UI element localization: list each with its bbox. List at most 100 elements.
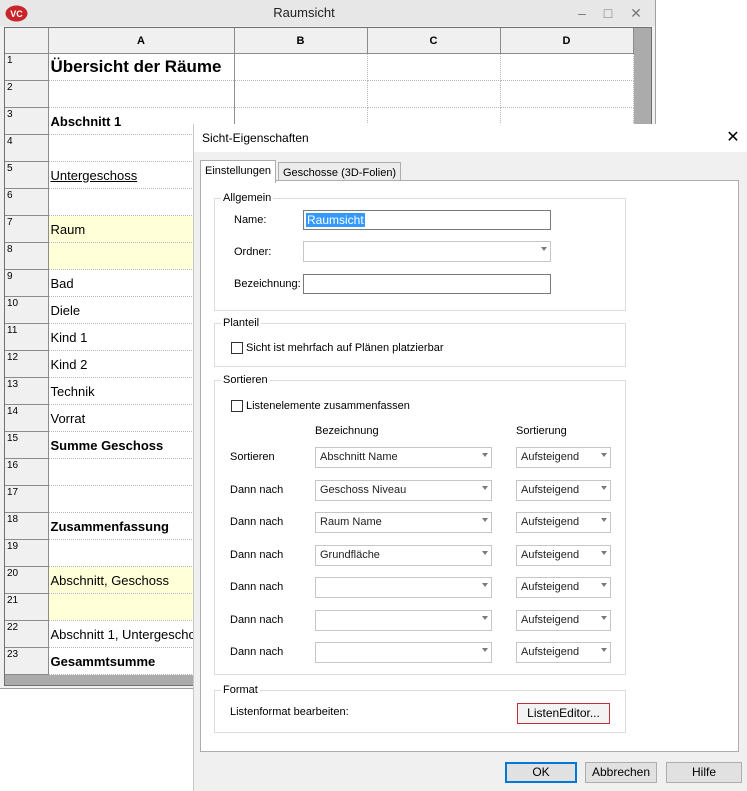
listeneditor-button[interactable]: ListenEditor...	[517, 703, 610, 724]
cell-d[interactable]	[500, 53, 634, 81]
row-header[interactable]: 12	[5, 350, 49, 378]
sort-field-value: Raum Name	[320, 516, 382, 528]
row-header[interactable]: 1	[5, 53, 49, 81]
dialog-close-icon[interactable]: ✕	[722, 127, 744, 149]
tab-einstellungen[interactable]: Einstellungen	[200, 160, 277, 183]
sort-field-value: Abschnitt Name	[320, 451, 398, 463]
mehrfach-platzierbar-label: Sicht ist mehrfach auf Plänen platzierba…	[246, 342, 444, 354]
row-header[interactable]: 8	[5, 242, 49, 270]
bezeichnung-input[interactable]	[303, 274, 551, 294]
chevron-down-icon	[482, 615, 488, 620]
chevron-down-icon	[601, 485, 607, 490]
sort-field-dropdown[interactable]	[315, 609, 492, 631]
group-planteil-legend: Planteil	[221, 317, 262, 329]
chevron-down-icon	[482, 648, 488, 652]
window-titlebar[interactable]: VC Raumsicht – □ ✕	[0, 0, 655, 26]
row-header[interactable]: 11	[5, 323, 49, 351]
sort-order-dropdown[interactable]: Aufsteigend	[516, 642, 611, 663]
row-header[interactable]: 18	[5, 512, 49, 540]
mehrfach-platzierbar-checkbox[interactable]	[231, 342, 243, 354]
sort-order-dropdown[interactable]: Aufsteigend	[516, 479, 611, 501]
name-input[interactable]: Raumsicht	[303, 210, 551, 230]
row-header[interactable]: 10	[5, 296, 49, 324]
dialog-titlebar[interactable]: Sicht-Eigenschaften ✕	[194, 124, 747, 152]
row-header[interactable]: 2	[5, 80, 49, 108]
sort-order-dropdown[interactable]: Aufsteigend	[516, 447, 611, 468]
row-header[interactable]: 19	[5, 539, 49, 567]
row-header[interactable]: 7	[5, 215, 49, 243]
sort-field-value: Grundfläche	[320, 548, 380, 561]
zusammenfassen-label: Listenelemente zusammenfassen	[246, 400, 410, 412]
sort-field-dropdown[interactable]: Abschnitt Name	[315, 447, 492, 468]
sort-field-dropdown[interactable]: Geschoss Niveau	[315, 479, 492, 501]
table-row: 1 Übersicht der Räume	[5, 53, 634, 81]
sort-row-label: Dann nach	[230, 548, 284, 561]
sort-row-label: Dann nach	[230, 646, 284, 658]
column-header-d[interactable]: D	[500, 28, 634, 54]
sort-order-dropdown[interactable]: Aufsteigend	[516, 577, 611, 598]
sort-order-value: Aufsteigend	[521, 548, 580, 561]
chevron-down-icon	[482, 485, 488, 490]
sort-row-label: Dann nach	[230, 516, 284, 528]
row-header[interactable]: 5	[5, 161, 49, 189]
column-header-c[interactable]: C	[367, 28, 501, 54]
row-header[interactable]: 21	[5, 593, 49, 621]
cell-a[interactable]: Übersicht der Räume	[48, 53, 235, 81]
row-header[interactable]: 22	[5, 620, 49, 648]
sort-row-label: Sortieren	[230, 451, 275, 463]
row-header[interactable]: 23	[5, 647, 49, 675]
name-input-value: Raumsicht	[306, 213, 365, 227]
listenformat-label: Listenformat bearbeiten:	[230, 706, 349, 718]
sort-order-dropdown[interactable]: Aufsteigend	[516, 544, 611, 566]
cell-b[interactable]	[234, 80, 368, 108]
chevron-down-icon	[601, 615, 607, 620]
maximize-icon[interactable]: □	[598, 3, 618, 23]
chevron-down-icon	[482, 550, 488, 555]
sort-field-dropdown[interactable]	[315, 642, 492, 663]
cell-a[interactable]	[48, 80, 235, 108]
row-header[interactable]: 9	[5, 269, 49, 297]
chevron-down-icon	[601, 550, 607, 555]
row-header[interactable]: 4	[5, 134, 49, 162]
table-row: 2	[5, 80, 634, 108]
chevron-down-icon	[601, 648, 607, 652]
chevron-down-icon	[601, 583, 607, 587]
cell-c[interactable]	[367, 53, 501, 81]
sort-row-label: Dann nach	[230, 483, 284, 496]
close-icon[interactable]: ✕	[626, 3, 646, 23]
sort-row-label: Dann nach	[230, 613, 284, 626]
sort-field-dropdown[interactable]	[315, 577, 492, 598]
zusammenfassen-checkbox[interactable]	[231, 400, 243, 412]
sort-order-value: Aufsteigend	[521, 451, 580, 463]
sort-order-dropdown[interactable]: Aufsteigend	[516, 609, 611, 631]
row-header[interactable]: 16	[5, 458, 49, 486]
minimize-icon[interactable]: –	[572, 3, 592, 23]
sort-order-dropdown[interactable]: Aufsteigend	[516, 512, 611, 533]
row-header[interactable]: 15	[5, 431, 49, 459]
column-header-a[interactable]: A	[48, 28, 235, 54]
cell-d[interactable]	[500, 80, 634, 108]
row-header[interactable]: 20	[5, 566, 49, 594]
row-header[interactable]: 17	[5, 485, 49, 513]
grid-corner[interactable]	[5, 28, 49, 54]
row-header[interactable]: 3	[5, 107, 49, 135]
sicht-eigenschaften-dialog: Sicht-Eigenschaften ✕ Einstellungen Gesc…	[193, 124, 747, 791]
cell-b[interactable]	[234, 53, 368, 81]
chevron-down-icon	[482, 583, 488, 587]
column-header-b[interactable]: B	[234, 28, 368, 54]
sort-field-dropdown[interactable]: Raum Name	[315, 512, 492, 533]
cell-c[interactable]	[367, 80, 501, 108]
help-button[interactable]: Hilfe	[666, 762, 742, 783]
row-header[interactable]: 13	[5, 377, 49, 405]
sort-order-value: Aufsteigend	[521, 613, 580, 626]
chevron-down-icon	[601, 453, 607, 457]
ordner-dropdown[interactable]	[303, 241, 551, 262]
group-sortieren-legend: Sortieren	[221, 374, 270, 386]
sort-order-value: Aufsteigend	[521, 483, 580, 496]
group-format-legend: Format	[221, 684, 260, 696]
ok-button[interactable]: OK	[505, 762, 577, 783]
row-header[interactable]: 6	[5, 188, 49, 216]
row-header[interactable]: 14	[5, 404, 49, 432]
sort-field-dropdown[interactable]: Grundfläche	[315, 544, 492, 566]
cancel-button[interactable]: Abbrechen	[585, 762, 657, 783]
